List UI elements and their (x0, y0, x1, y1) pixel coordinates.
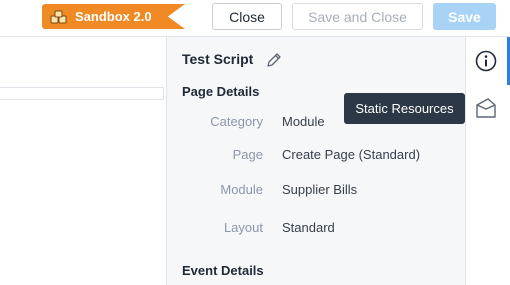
static-resources-icon[interactable] (473, 95, 499, 121)
builder-canvas (0, 37, 166, 285)
field-label-category: Category (210, 114, 263, 129)
test-script-panel: Test Script Page Details Category Module… (166, 37, 465, 285)
right-icon-rail (465, 37, 510, 285)
canvas-row (0, 87, 164, 100)
field-value-page: Create Page (Standard) (282, 147, 421, 162)
close-button[interactable]: Close (212, 3, 282, 30)
field-value-module: Supplier Bills (282, 182, 358, 197)
static-resources-tooltip: Static Resources (344, 93, 465, 124)
top-toolbar: Sandbox 2.0 Close Save and Close Save (0, 0, 510, 37)
field-value-layout: Standard (282, 220, 335, 235)
field-label-layout: Layout (223, 220, 263, 235)
event-details-heading: Event Details (182, 263, 264, 278)
info-icon[interactable] (474, 49, 498, 73)
field-label-page: Page (232, 147, 263, 162)
field-label-module: Module (220, 182, 263, 197)
field-value-category: Module (282, 114, 325, 129)
sandbox-label: Sandbox 2.0 (75, 9, 152, 24)
page-details-heading: Page Details (182, 84, 260, 99)
pencil-icon[interactable] (265, 51, 283, 69)
save-button[interactable]: Save (433, 3, 496, 30)
save-and-close-button[interactable]: Save and Close (292, 3, 423, 30)
panel-title: Test Script (182, 51, 254, 67)
sandbox-badge[interactable]: Sandbox 2.0 (42, 4, 185, 29)
sandbox-icon (50, 10, 67, 23)
